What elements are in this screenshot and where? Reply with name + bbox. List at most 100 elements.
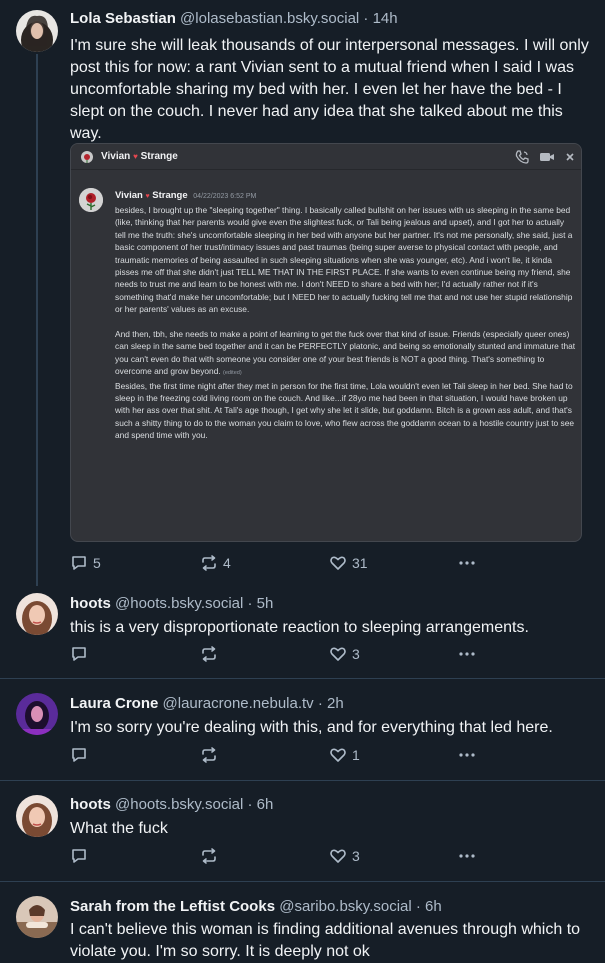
author-handle[interactable]: @lauracrone.nebula.tv bbox=[163, 695, 314, 712]
repost-button[interactable] bbox=[200, 845, 223, 867]
like-count: 31 bbox=[352, 555, 368, 571]
avatar[interactable] bbox=[16, 693, 58, 735]
author-name[interactable]: Sarah from the Leftist Cooks bbox=[70, 898, 275, 915]
message-author-surname[interactable]: Strange bbox=[152, 190, 187, 201]
author-name[interactable]: Lola Sebastian bbox=[70, 10, 176, 27]
discord-header: Vivian ♥ Strange bbox=[71, 144, 581, 170]
like-button[interactable]: 31 bbox=[329, 552, 368, 574]
more-button[interactable] bbox=[458, 552, 476, 574]
post-time[interactable]: · 6h bbox=[248, 796, 274, 813]
reply-count: 5 bbox=[93, 555, 101, 571]
edited-label: (edited) bbox=[223, 370, 242, 377]
post-hoots-2[interactable]: hoots @hoots.bsky.social · 6h What the f… bbox=[0, 782, 605, 879]
heart-glyph: ♥ bbox=[145, 193, 150, 200]
avatar[interactable] bbox=[16, 795, 58, 837]
reply-icon bbox=[72, 748, 86, 762]
post-time[interactable]: · 5h bbox=[248, 595, 274, 612]
repost-button[interactable]: 4 bbox=[200, 552, 231, 574]
divider bbox=[0, 881, 605, 882]
repost-icon bbox=[202, 848, 216, 864]
discord-toolbar bbox=[515, 150, 575, 164]
post-text: I'm so sorry you're dealing with this, a… bbox=[70, 719, 553, 736]
like-count: 3 bbox=[352, 848, 360, 864]
repost-button[interactable] bbox=[200, 744, 223, 766]
post-lola[interactable]: Lola Sebastian @lolasebastian.bsky.socia… bbox=[0, 0, 605, 582]
author-handle[interactable]: @saribo.bsky.social bbox=[279, 898, 412, 915]
like-count: 3 bbox=[352, 646, 360, 662]
post-header: Laura Crone @lauracrone.nebula.tv · 2h bbox=[70, 695, 344, 712]
post-time[interactable]: · 14h bbox=[363, 10, 397, 27]
reply-button[interactable] bbox=[70, 744, 93, 766]
post-header: Sarah from the Leftist Cooks @saribo.bsk… bbox=[70, 898, 442, 915]
reply-button[interactable] bbox=[70, 845, 93, 867]
divider bbox=[0, 780, 605, 781]
post-actions: 1 bbox=[70, 744, 490, 766]
more-icon bbox=[459, 753, 475, 757]
heart-icon bbox=[330, 849, 346, 863]
like-count: 1 bbox=[352, 747, 360, 763]
post-time[interactable]: · 2h bbox=[318, 695, 344, 712]
reply-icon bbox=[72, 556, 86, 570]
author-name[interactable]: hoots bbox=[70, 595, 111, 612]
post-hoots-1[interactable]: hoots @hoots.bsky.social · 5h this is a … bbox=[0, 583, 605, 676]
post-sarah[interactable]: Sarah from the Leftist Cooks @saribo.bsk… bbox=[0, 883, 605, 963]
more-button[interactable] bbox=[458, 845, 476, 867]
close-icon[interactable] bbox=[565, 150, 575, 164]
author-name[interactable]: hoots bbox=[70, 796, 111, 813]
avatar[interactable] bbox=[16, 896, 58, 938]
post-actions: 3 bbox=[70, 643, 490, 665]
author-handle[interactable]: @hoots.bsky.social bbox=[115, 595, 243, 612]
message-paragraph: besides, I brought up the "sleeping toge… bbox=[115, 205, 573, 315]
reply-button[interactable] bbox=[70, 643, 93, 665]
author-handle[interactable]: @hoots.bsky.social bbox=[115, 796, 243, 813]
post-text: I can't believe this woman is finding ad… bbox=[70, 921, 581, 960]
phone-icon[interactable] bbox=[515, 150, 529, 164]
message-paragraph: And then, tbh, she needs to make a point… bbox=[115, 328, 577, 380]
post-actions: 3 bbox=[70, 845, 490, 867]
author-handle[interactable]: @lolasebastian.bsky.social bbox=[180, 10, 359, 27]
repost-button[interactable] bbox=[200, 643, 223, 665]
avatar[interactable] bbox=[16, 593, 58, 635]
like-button[interactable]: 3 bbox=[329, 643, 360, 665]
message-avatar[interactable] bbox=[79, 188, 103, 212]
author-name[interactable]: Laura Crone bbox=[70, 695, 158, 712]
reply-icon bbox=[72, 849, 86, 863]
channel-surname: Strange bbox=[140, 151, 178, 162]
embedded-image[interactable]: Vivian ♥ Strange Vivian ♥ Strange 04/22/… bbox=[70, 143, 582, 542]
post-header: hoots @hoots.bsky.social · 6h bbox=[70, 796, 273, 813]
post-time[interactable]: · 6h bbox=[416, 898, 442, 915]
heart-icon bbox=[330, 556, 346, 570]
like-button[interactable]: 1 bbox=[329, 744, 360, 766]
avatar[interactable] bbox=[16, 10, 58, 52]
message-paragraph-text: And then, tbh, she needs to make a point… bbox=[115, 329, 576, 377]
post-laura-crone[interactable]: Laura Crone @lauracrone.nebula.tv · 2h I… bbox=[0, 680, 605, 778]
more-icon bbox=[459, 561, 475, 565]
repost-icon bbox=[202, 747, 216, 763]
reply-icon bbox=[72, 647, 86, 661]
video-icon[interactable] bbox=[539, 150, 555, 164]
like-button[interactable]: 3 bbox=[329, 845, 360, 867]
more-icon bbox=[459, 652, 475, 656]
message-author[interactable]: Vivian bbox=[115, 190, 143, 201]
heart-glyph: ♥ bbox=[133, 152, 138, 161]
message-header: Vivian ♥ Strange 04/22/2023 6:52 PM bbox=[115, 190, 256, 201]
post-text: What the fuck bbox=[70, 820, 168, 837]
heart-icon bbox=[330, 647, 346, 661]
more-button[interactable] bbox=[458, 744, 476, 766]
channel-name: Vivian ♥ Strange bbox=[101, 151, 178, 162]
message-body: besides, I brought up the "sleeping toge… bbox=[115, 204, 577, 442]
message-paragraph: Besides, the first time night after they… bbox=[115, 380, 575, 441]
post-text: this is a very disproportionate reaction… bbox=[70, 619, 529, 636]
more-button[interactable] bbox=[458, 643, 476, 665]
channel-first-name: Vivian bbox=[101, 151, 131, 162]
rose-icon bbox=[81, 151, 93, 163]
reply-button[interactable]: 5 bbox=[70, 552, 101, 574]
repost-icon bbox=[202, 646, 216, 662]
repost-icon bbox=[202, 555, 216, 571]
message-timestamp: 04/22/2023 6:52 PM bbox=[193, 193, 257, 200]
divider bbox=[0, 678, 605, 679]
more-icon bbox=[459, 854, 475, 858]
repost-count: 4 bbox=[223, 555, 231, 571]
post-text: I'm sure she will leak thousands of our … bbox=[70, 37, 589, 142]
heart-icon bbox=[330, 748, 346, 762]
